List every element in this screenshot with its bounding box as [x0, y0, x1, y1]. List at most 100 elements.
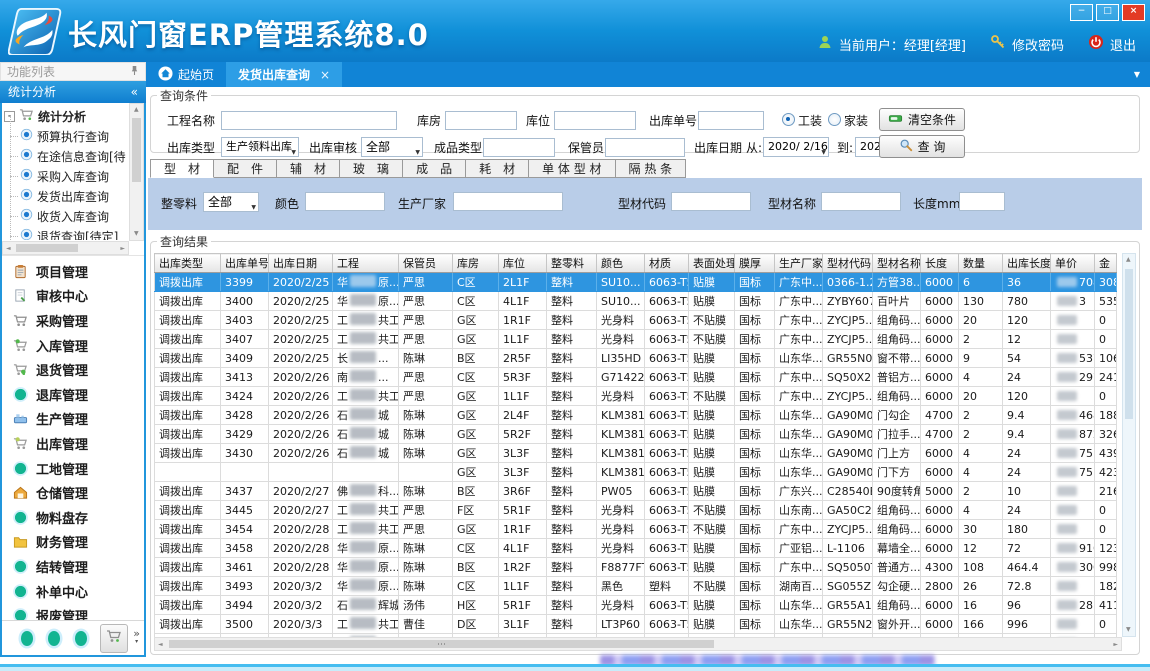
scroll-left-icon[interactable]: ◄: [6, 246, 11, 252]
column-header[interactable]: 出库日期: [269, 254, 333, 273]
tab-list-dropdown-icon[interactable]: ▼: [1124, 70, 1150, 79]
column-header[interactable]: 出库类型: [155, 254, 221, 273]
sidebar-menu-item[interactable]: 采购管理: [2, 308, 144, 333]
profile-code-input[interactable]: [671, 192, 751, 211]
column-header[interactable]: 工程: [333, 254, 399, 273]
column-header[interactable]: 出库长度: [1003, 254, 1051, 273]
material-tab[interactable]: 耗 材: [466, 159, 529, 178]
sidebar-menu-item[interactable]: 生产管理: [2, 407, 144, 432]
maximize-button[interactable]: □: [1096, 4, 1119, 21]
column-header[interactable]: 长度: [921, 254, 959, 273]
change-password-button[interactable]: 修改密码: [1012, 35, 1064, 54]
column-header[interactable]: 膜厚: [735, 254, 775, 273]
minimize-button[interactable]: −: [1070, 4, 1093, 21]
material-tab[interactable]: 型 材: [150, 159, 214, 178]
table-row[interactable]: 调拨出库34072020/2/25工共工程严思G区1L1F整料光身料6063-T…: [155, 330, 1117, 349]
pin-icon[interactable]: [130, 65, 139, 79]
length-input[interactable]: [959, 192, 1005, 211]
column-header[interactable]: 型材代码: [823, 254, 873, 273]
sidebar-menu-item[interactable]: 补单中心: [2, 579, 144, 604]
sidebar-menu-item[interactable]: 出库管理: [2, 431, 144, 456]
scroll-right-icon[interactable]: ►: [120, 246, 125, 252]
column-header[interactable]: 单价: [1051, 254, 1095, 273]
material-tab[interactable]: 辅 材: [277, 159, 340, 178]
project-name-input[interactable]: [221, 111, 397, 130]
table-row[interactable]: 调拨出库34132020/2/26南...严思C区5R3F整料G71422606…: [155, 368, 1117, 387]
table-row[interactable]: 调拨出库34242020/2/26工共工程严思G区1L1F整料光身料6063-T…: [155, 387, 1117, 406]
scrollbar-thumb[interactable]: [169, 640, 714, 648]
column-header[interactable]: 数量: [959, 254, 1003, 273]
tree-vertical-scrollbar[interactable]: ▲ ▼: [129, 103, 144, 241]
date-from-select[interactable]: 2020/ 2/16▼: [763, 137, 829, 157]
sidebar-menu-item[interactable]: 报废管理: [2, 603, 144, 620]
tree-horizontal-scrollbar[interactable]: ◄ ►: [2, 241, 129, 255]
column-header[interactable]: 金: [1095, 254, 1117, 273]
location-input[interactable]: [554, 111, 636, 130]
column-header[interactable]: 颜色: [597, 254, 645, 273]
table-row[interactable]: 调拨出库34292020/2/26石城陈琳G区5R2F整料KLM38176063…: [155, 425, 1117, 444]
tree-root-item[interactable]: -统计分析: [4, 106, 128, 126]
column-header[interactable]: 材质: [645, 254, 689, 273]
column-header[interactable]: 生产厂家: [775, 254, 823, 273]
clear-conditions-button[interactable]: 清空条件: [879, 108, 965, 131]
toolbar-overflow-button[interactable]: »▾: [133, 630, 140, 646]
tree-item[interactable]: 预算执行查询: [4, 126, 128, 146]
sidebar-menu-item[interactable]: 仓储管理: [2, 480, 144, 505]
quick-dot-icon[interactable]: [48, 631, 60, 646]
section-header[interactable]: 统计分析 «: [0, 81, 146, 103]
sidebar-menu-item[interactable]: 工地管理: [2, 456, 144, 481]
out-type-select[interactable]: 生产领料出库▼: [221, 137, 299, 157]
color-input[interactable]: [305, 192, 385, 211]
scroll-up-icon[interactable]: ▲: [1126, 257, 1131, 263]
material-tab[interactable]: 配 件: [214, 159, 277, 178]
sidebar-menu-item[interactable]: 退货管理: [2, 357, 144, 382]
table-row[interactable]: 调拨出库34582020/2/28华原...陈琳C区4L1F整料光身料6063-…: [155, 539, 1117, 558]
sidebar-menu-item[interactable]: 退库管理: [2, 382, 144, 407]
profile-name-input[interactable]: [821, 192, 901, 211]
column-header[interactable]: 库位: [499, 254, 547, 273]
product-type-input[interactable]: [483, 138, 555, 157]
quick-dot-icon[interactable]: [75, 631, 87, 646]
table-row[interactable]: 调拨出库34282020/2/26石城陈琳G区2L4F整料KLM38176063…: [155, 406, 1117, 425]
scroll-down-icon[interactable]: ▼: [134, 231, 139, 237]
quick-dot-icon[interactable]: [21, 631, 33, 646]
sidebar-menu-item[interactable]: 物料盘存: [2, 505, 144, 530]
tree-item[interactable]: 采购入库查询: [4, 166, 128, 186]
table-row[interactable]: 调拨出库34372020/2/27佛科...陈琳B区3R6F整料PW056063…: [155, 482, 1117, 501]
grid-vertical-scrollbar[interactable]: ▲ ▼: [1122, 253, 1136, 637]
keeper-input[interactable]: [605, 138, 685, 157]
table-row[interactable]: 调拨出库34302020/2/26石城陈琳G区3L3F整料KLM38176063…: [155, 444, 1117, 463]
search-button[interactable]: 查 询: [879, 135, 965, 158]
manufacturer-input[interactable]: [453, 192, 563, 211]
scroll-left-icon[interactable]: ◄: [158, 642, 163, 648]
collapse-icon[interactable]: «: [131, 81, 138, 103]
table-row[interactable]: 调拨出库33992020/2/25华原...严思C区2L1F整料SU10...6…: [155, 273, 1117, 292]
scrollbar-thumb[interactable]: [132, 118, 141, 182]
tree-item[interactable]: 收货入库查询: [4, 206, 128, 226]
column-header[interactable]: 库房: [453, 254, 499, 273]
sidebar-menu-item[interactable]: 入库管理: [2, 333, 144, 358]
sidebar-menu-item[interactable]: 审核中心: [2, 284, 144, 309]
scrollbar-thumb[interactable]: [1125, 269, 1133, 419]
quick-cart-button[interactable]: [100, 624, 128, 653]
whole-part-select[interactable]: 全部▼: [203, 192, 259, 212]
scroll-down-icon[interactable]: ▼: [1126, 627, 1131, 633]
table-row[interactable]: 调拨出库34032020/2/25工共工程严思G区1R1F整料光身料6063-T…: [155, 311, 1117, 330]
logout-button[interactable]: 退出: [1110, 35, 1136, 54]
material-tab[interactable]: 成 品: [403, 159, 466, 178]
column-header[interactable]: 整零料: [547, 254, 597, 273]
tree-item[interactable]: 退货查询[待定]: [4, 226, 128, 240]
table-row[interactable]: G区3L3F整料KLM38176063-T5贴膜国标山东华...GA90M09.…: [155, 463, 1117, 482]
table-row[interactable]: 调拨出库35002020/3/3工共工程曹佳D区3L1F整料LT3P606063…: [155, 615, 1117, 634]
scroll-right-icon[interactable]: ►: [1113, 642, 1118, 648]
tree-item[interactable]: 发货出库查询: [4, 186, 128, 206]
column-header[interactable]: 保管员: [399, 254, 453, 273]
sidebar-menu-item[interactable]: 财务管理: [2, 530, 144, 555]
table-row[interactable]: 调拨出库34092020/2/25长...陈琳B区2R5F整料LI35HD606…: [155, 349, 1117, 368]
table-row[interactable]: 调拨出库34002020/2/25华原...严思C区4L1F整料SU10...6…: [155, 292, 1117, 311]
table-row[interactable]: 调拨出库34612020/2/28华原...陈琳B区1R2F整料F8877FT6…: [155, 558, 1117, 577]
table-row[interactable]: 调拨出库34542020/2/28工共工程严思G区1R1F整料光身料6063-T…: [155, 520, 1117, 539]
column-header[interactable]: 型材名称: [873, 254, 921, 273]
work-install-radio[interactable]: [782, 113, 795, 126]
warehouse-input[interactable]: [445, 111, 517, 130]
